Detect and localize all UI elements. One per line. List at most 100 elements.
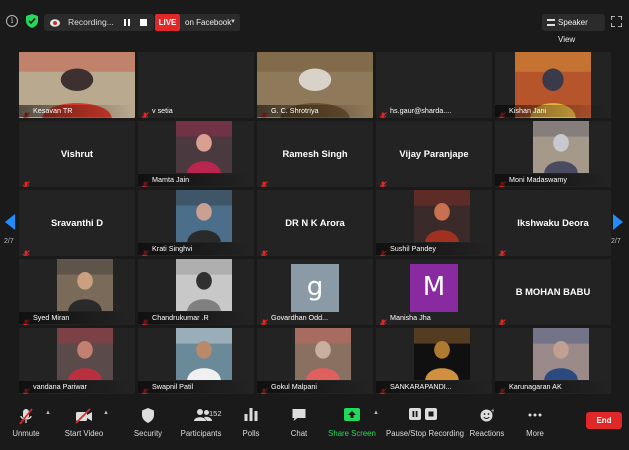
participant-display-name: Ramesh Singh (282, 148, 348, 159)
muted-microphone-icon (379, 176, 387, 187)
participant-tile[interactable]: Vijay Paranjape (376, 121, 492, 187)
more-label: More (526, 429, 544, 438)
chat-button[interactable]: Chat (282, 406, 316, 446)
participant-name-label: Govardhan Odd... (271, 313, 329, 322)
unmute-label: Unmute (12, 429, 40, 438)
end-meeting-button[interactable]: End (586, 412, 622, 429)
reactions-button[interactable]: + Reactions (468, 406, 506, 446)
participant-display-name: Sravanthi D (50, 217, 104, 228)
participant-video (176, 121, 232, 173)
participant-video (176, 259, 232, 311)
meeting-toolbar: Unmute ▲ Start Video ▲ Security 152 Part… (0, 400, 629, 450)
stop-recording-icon[interactable] (140, 19, 147, 26)
participant-tile[interactable]: Krati Singhvi (138, 190, 254, 256)
participant-display-name: Vishrut (60, 148, 94, 159)
participant-tile[interactable]: hs.gaur@sharda.... (376, 52, 492, 118)
chat-label: Chat (290, 429, 308, 438)
top-bar: i Recording... LIVE on Facebook ▼ Speake… (0, 0, 629, 44)
participant-video (176, 190, 232, 242)
participant-tile[interactable]: DR N K Arora (257, 190, 373, 256)
more-button[interactable]: More (518, 406, 552, 446)
reactions-smiley-icon: + (480, 408, 494, 422)
participant-tile[interactable]: Karunagaran AK (495, 328, 611, 394)
participants-count: 152 (209, 409, 222, 418)
participant-video (176, 328, 232, 380)
polls-chart-icon (244, 408, 258, 421)
participant-tile[interactable]: Kishan Jani (495, 52, 611, 118)
video-options-chevron-icon[interactable]: ▲ (103, 410, 109, 416)
participant-video (57, 259, 113, 311)
encryption-shield-icon[interactable] (26, 14, 38, 28)
participant-name-label: SANKARAPANDI... (376, 381, 490, 393)
view-layout-icon (547, 19, 555, 26)
fullscreen-icon[interactable] (611, 16, 622, 27)
live-destination-dropdown[interactable]: on Facebook ▼ (180, 14, 240, 31)
pause-stop-recording-label: Pause/Stop Recording (386, 429, 465, 438)
participant-tile[interactable]: Ikshwaku Deora (495, 190, 611, 256)
security-label: Security (133, 429, 163, 438)
info-icon[interactable]: i (6, 15, 18, 27)
svg-text:+: + (491, 408, 495, 415)
participant-video (533, 121, 589, 173)
live-destination-label: on Facebook (185, 18, 232, 27)
participant-tile[interactable]: Sushil Pandey (376, 190, 492, 256)
share-screen-button[interactable]: Share Screen (328, 406, 376, 446)
participant-tile[interactable]: Ramesh Singh (257, 121, 373, 187)
participant-name-label: v setia (152, 106, 173, 115)
participant-tile[interactable]: Swapnil Patil (138, 328, 254, 394)
next-page-button[interactable]: 2/7 (609, 196, 629, 252)
participant-tile[interactable]: Gokul Malpani (257, 328, 373, 394)
participant-tile[interactable]: SANKARAPANDI... (376, 328, 492, 394)
participant-tile[interactable]: G. C. Shrotriya (257, 52, 373, 118)
speaker-view-button[interactable]: Speaker View (542, 14, 605, 44)
microphone-muted-icon (19, 408, 33, 425)
participant-name-label: Kishan Jani (495, 105, 609, 117)
participant-tile[interactable]: M Manisha Jha (376, 259, 492, 325)
security-button[interactable]: Security (128, 406, 168, 446)
participant-tile[interactable]: Mamta Jain (138, 121, 254, 187)
participant-tile[interactable]: Syed Miran (19, 259, 135, 325)
participant-name-label: G. C. Shrotriya (257, 105, 371, 117)
share-screen-label: Share Screen (328, 429, 376, 438)
pause-stop-recording-button[interactable]: Pause/Stop Recording (386, 406, 465, 446)
participant-tile[interactable]: vandana Pariwar (19, 328, 135, 394)
muted-microphone-icon (260, 176, 268, 187)
pause-stop-recording-icon (409, 408, 437, 420)
participant-tile[interactable]: Moni Madaswamy (495, 121, 611, 187)
participants-button[interactable]: 152 Participants (178, 406, 224, 446)
participant-tile[interactable]: v setia (138, 52, 254, 118)
participant-display-name: DR N K Arora (285, 217, 345, 228)
participant-display-name: B MOHAN BABU (515, 286, 591, 297)
previous-page-button[interactable]: 2/7 (0, 196, 18, 252)
recording-indicator: Recording... (44, 14, 154, 31)
participant-name-label: Krati Singhvi (138, 243, 252, 255)
participant-name-label: Manisha Jha (390, 313, 431, 322)
participant-display-name: Ikshwaku Deora (517, 217, 589, 228)
participant-name-label: Chandrukumar .R (138, 312, 252, 324)
unmute-button[interactable]: Unmute (6, 406, 46, 446)
muted-microphone-icon (22, 245, 30, 256)
arrow-left-icon (5, 214, 15, 230)
security-shield-icon (142, 408, 154, 423)
participant-tile[interactable]: Vishrut (19, 121, 135, 187)
participant-tile[interactable]: B MOHAN BABU (495, 259, 611, 325)
polls-button[interactable]: Polls (234, 406, 268, 446)
pause-recording-icon[interactable] (124, 19, 131, 26)
share-options-chevron-icon[interactable]: ▲ (373, 410, 379, 416)
participant-tile[interactable]: g Govardhan Odd... (257, 259, 373, 325)
participant-video (295, 328, 351, 380)
participant-tile[interactable]: Kesavan TR (19, 52, 135, 118)
avatar: g (291, 264, 339, 312)
participant-tile[interactable]: Sravanthi D (19, 190, 135, 256)
live-badge: LIVE (155, 14, 180, 31)
start-video-button[interactable]: Start Video (62, 406, 106, 446)
participant-grid: Kesavan TR v setia G. C. Shrotriya hs.gaur@… (19, 52, 611, 394)
participant-tile[interactable]: Chandrukumar .R (138, 259, 254, 325)
participants-label: Participants (180, 429, 222, 438)
muted-microphone-icon (22, 176, 30, 187)
participant-name-label: Swapnil Patil (138, 381, 252, 393)
more-dots-icon (528, 413, 542, 417)
audio-options-chevron-icon[interactable]: ▲ (45, 410, 51, 416)
cloud-recording-icon (50, 19, 60, 27)
participant-video (533, 328, 589, 380)
